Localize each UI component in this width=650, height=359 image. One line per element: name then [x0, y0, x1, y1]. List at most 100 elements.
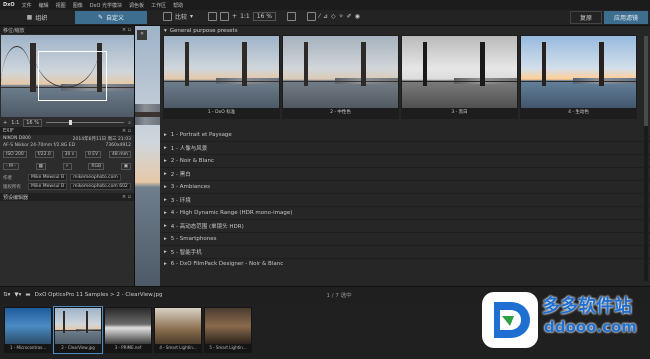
tab-customize-label: 自定义 — [106, 15, 125, 22]
rotate-icon[interactable] — [286, 12, 296, 21]
collapse-tab[interactable]: « — [137, 30, 147, 40]
copyright-label: 版权所有 — [3, 184, 21, 190]
crop-icon[interactable] — [306, 12, 316, 21]
author-row: 作者 Mike Mewsul B mikemeophoto.com — [0, 173, 134, 182]
exif-title: EXIF — [3, 128, 14, 134]
chevron-right-icon: ▸ — [164, 171, 167, 177]
sort-icon[interactable]: ⇅▾ — [3, 292, 10, 298]
exif-close-icon[interactable]: × ▫ — [122, 128, 131, 134]
chevron-right-icon: ▸ — [164, 261, 167, 267]
preset-category-label: 1 - 人像与风景 — [170, 146, 208, 152]
preset-category[interactable]: ▸ 5 - 智能手机 — [160, 246, 650, 259]
compare-button[interactable]: 比较 — [175, 12, 187, 21]
menu-workspace[interactable]: 工作区 — [151, 2, 166, 9]
exif-ev: 0 EV — [84, 150, 102, 158]
navigator-zoom-value[interactable]: 1:1 — [11, 120, 19, 126]
preset-category[interactable]: ▸ 3 - 环境 — [160, 194, 650, 207]
navigator-preview[interactable] — [1, 35, 134, 117]
menu-help[interactable]: 帮助 — [173, 2, 183, 9]
perspective-icon[interactable]: ◇ — [331, 13, 336, 20]
panel-close-icon[interactable]: × ▫ — [122, 27, 131, 33]
preset-thumb-neutral[interactable]: 2 - 中性色 — [282, 35, 399, 119]
apply-preset-button[interactable]: 应用滤镜 — [604, 11, 648, 24]
flash-icon: ⚡ — [62, 162, 72, 170]
presets-scrollbar[interactable] — [644, 36, 648, 281]
eye-icon[interactable]: ◉ — [355, 13, 360, 20]
menu-palettes[interactable]: 调色板 — [129, 2, 144, 9]
apply-preset-label: 应用滤镜 — [613, 15, 638, 22]
preset-editor-close-icon[interactable]: × ▫ — [122, 194, 131, 200]
exif-aperture: f/22.0 — [34, 150, 54, 158]
preset-category-label: 3 - Ambiances — [170, 184, 211, 190]
fit-icon[interactable] — [208, 12, 218, 21]
zoom-1to1[interactable]: 1:1 — [240, 13, 250, 20]
zoom-in-icon[interactable]: + — [232, 13, 237, 20]
zoom-slider[interactable] — [45, 120, 125, 125]
breadcrumb[interactable]: DxO OpticsPro 11 Samples > 2 - ClearView… — [35, 292, 163, 298]
preset-thumb-caption: 4 - 生动色 — [568, 110, 589, 115]
preset-thumb-standard[interactable]: 1 - DxO 标准 — [163, 35, 280, 119]
preset-group-header[interactable]: ▾ General purpose presets — [160, 26, 650, 35]
filmstrip-item[interactable]: 5 - Smart Lightin... — [204, 307, 252, 353]
preset-category[interactable]: ▸ 4 - High Dynamic Range (HDR mono-image) — [160, 207, 650, 220]
author-url: mikemeophoto.com — [70, 174, 121, 181]
menu-file[interactable]: 文件 — [22, 2, 32, 9]
copyright-value: Mike Mewsul B — [28, 183, 68, 190]
repair-icon[interactable]: ✧ — [339, 13, 344, 20]
preset-category-label: 6 - DxO FilmPack Designer - Noir & Blanc — [170, 261, 284, 267]
brush-icon[interactable]: ✐ — [347, 13, 352, 20]
search-icon[interactable]: ⌕ — [128, 120, 131, 126]
preset-category[interactable]: ▸ 1 - Portrait et Paysage — [160, 129, 650, 142]
watermark-logo-icon — [482, 292, 538, 348]
menu-edit[interactable]: 编辑 — [39, 2, 49, 9]
metering-icon: ▦ — [35, 162, 46, 170]
preset-category[interactable]: ▸ 5 - Smartphones — [160, 233, 650, 246]
exif-mode-row: - M - ▦ ⚡ RGB ▣ — [0, 159, 134, 173]
menu-image[interactable]: 图像 — [73, 2, 83, 9]
chevron-right-icon: ▸ — [164, 236, 167, 242]
filmstrip-item[interactable]: 3 - PRIME.nef — [104, 307, 152, 353]
tab-organize[interactable]: ■ 组织 — [2, 11, 72, 24]
exif-date: 2014年6月11日 周三 21:03 — [72, 136, 131, 142]
preset-thumb-caption: 3 - 黑白 — [451, 110, 468, 115]
menu-view[interactable]: 视图 — [56, 2, 66, 9]
preset-category-label: 2 - Noir & Blanc — [170, 158, 214, 164]
menu-dxo-optics[interactable]: DxO 光学模块 — [90, 2, 122, 9]
chevron-down-icon[interactable]: ▾ — [190, 13, 193, 20]
eyedropper-icon[interactable]: ⁄ — [319, 13, 320, 20]
filmstrip-caption: 2 - ClearView.jpg — [61, 345, 95, 350]
filmstrip-item-selected[interactable]: 2 - ClearView.jpg — [53, 306, 103, 354]
preset-category-label: 5 - Smartphones — [170, 236, 217, 242]
navigator-header: 移位/缩放 × ▫ — [0, 26, 134, 34]
filter-icon[interactable]: ▼▾ — [14, 292, 21, 298]
preset-editor-header: 预设编辑器 × ▫ — [0, 193, 134, 201]
preset-thumb-bw[interactable]: 3 - 黑白 — [401, 35, 518, 119]
tab-organize-label: 组织 — [35, 15, 48, 22]
preset-category[interactable]: ▸ 3 - Ambiances — [160, 181, 650, 194]
preset-category[interactable]: ▸ 6 - DxO FilmPack Designer - Noir & Blan… — [160, 259, 650, 269]
tab-customize[interactable]: ✎ 自定义 — [75, 11, 147, 24]
author-value: Mike Mewsul B — [28, 174, 68, 181]
navigator-viewport[interactable] — [38, 51, 108, 101]
zoom-slider-handle[interactable] — [69, 120, 73, 125]
main-image-edge[interactable]: « — [135, 26, 160, 286]
preset-thumb-vivid[interactable]: 4 - 生动色 — [520, 35, 637, 119]
preset-category[interactable]: ▸ 4 - 高动态范围 (单镜头 HDR) — [160, 220, 650, 233]
preset-category[interactable]: ▸ 2 - 黑白 — [160, 168, 650, 181]
navigator-zoom-pct[interactable]: 16 % — [23, 118, 42, 127]
exif-camera: NIKON D800 — [3, 136, 31, 141]
horizon-icon[interactable]: ⊿ — [323, 13, 328, 20]
app-logo: DxO — [3, 2, 15, 8]
preset-category[interactable]: ▸ 1 - 人像与风景 — [160, 142, 650, 155]
presets-scrollbar-thumb[interactable] — [644, 36, 648, 126]
compare-icon[interactable] — [163, 12, 172, 21]
preset-category[interactable]: ▸ 2 - Noir & Blanc — [160, 155, 650, 168]
watermark-title: 多多软件站 — [542, 296, 632, 317]
filmstrip-item[interactable]: 4 - Smart Lightin... — [154, 307, 202, 353]
zoom-level[interactable]: 16 % — [252, 12, 276, 21]
zoom-plus-icon[interactable]: + — [3, 120, 7, 126]
reset-button[interactable]: 复原 — [570, 11, 602, 24]
filmstrip-item[interactable]: 1 - Microcontras... — [4, 307, 52, 353]
chevron-right-icon: ▸ — [164, 145, 167, 151]
crop-view-icon[interactable] — [220, 12, 230, 21]
